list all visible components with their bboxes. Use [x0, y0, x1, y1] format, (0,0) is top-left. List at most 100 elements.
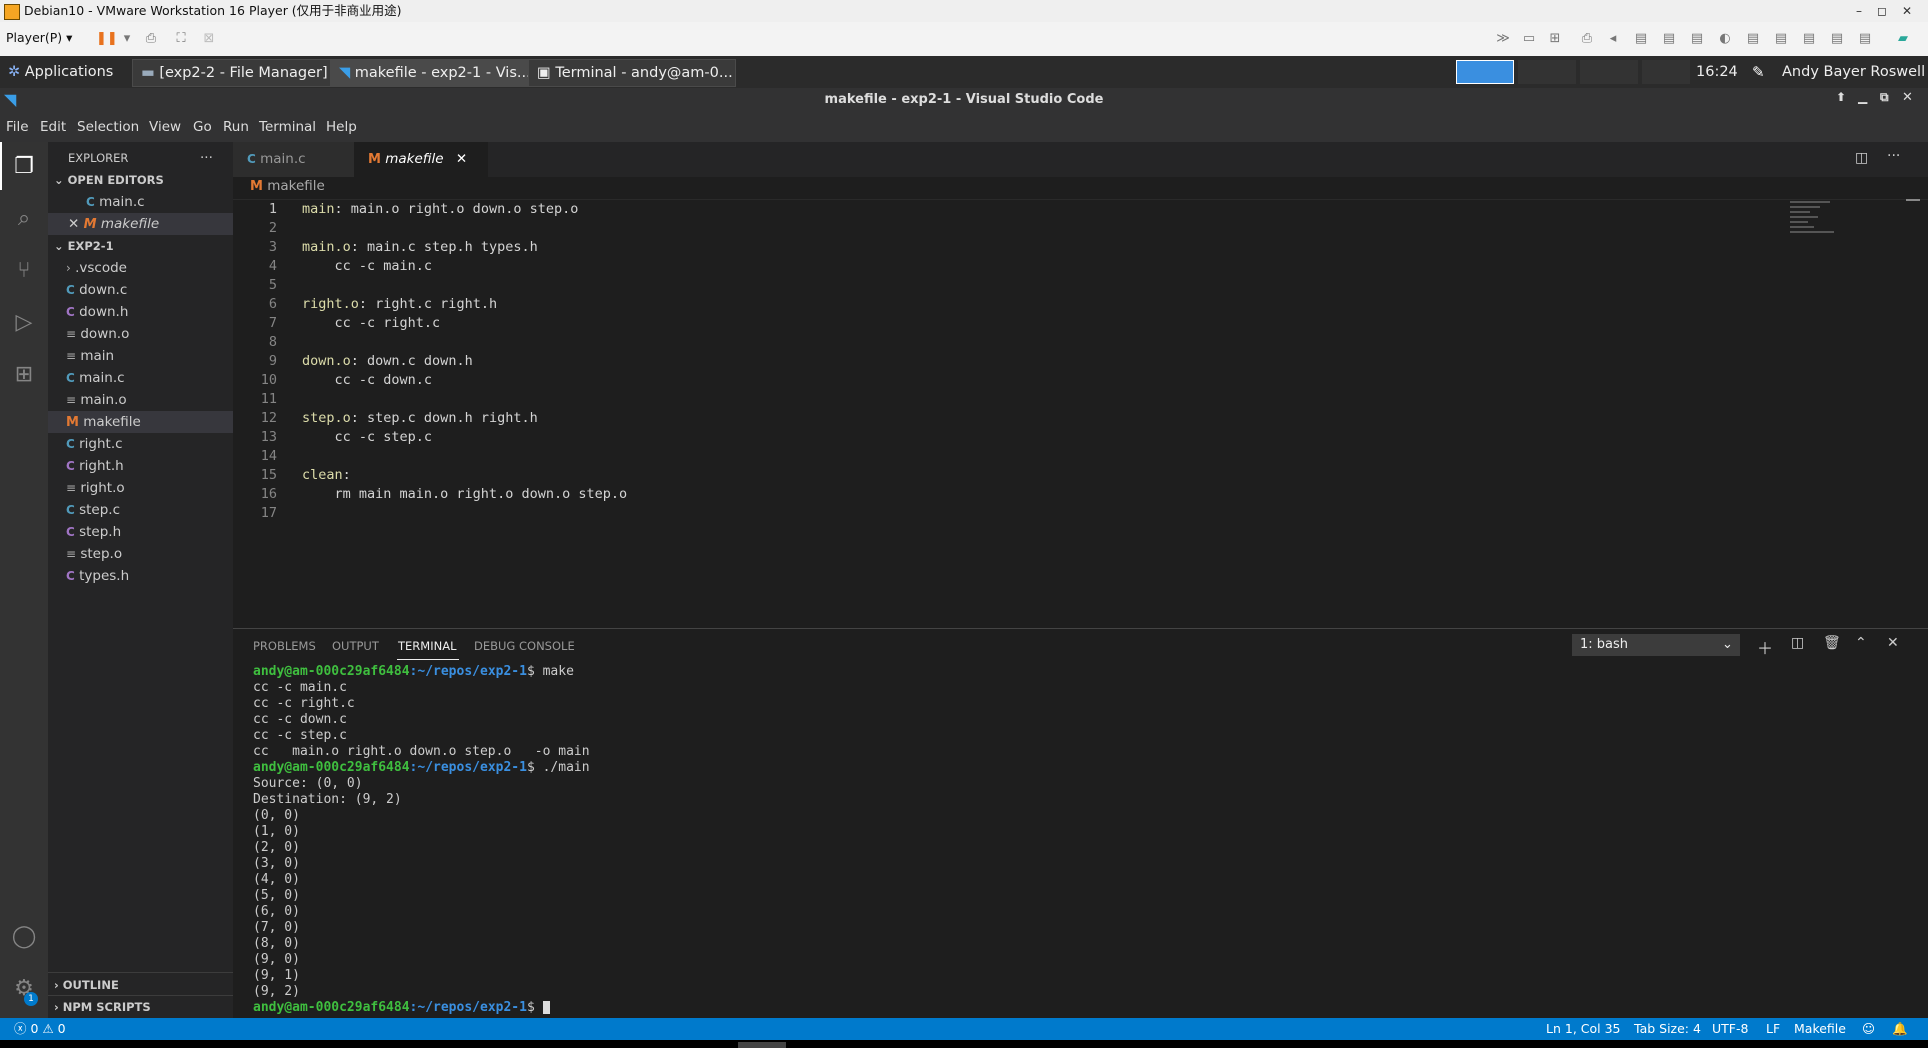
message-icon[interactable]: ▰	[1894, 30, 1912, 48]
close-icon[interactable]: ✕	[456, 151, 467, 167]
fullscreen-icon[interactable]: ⛶	[172, 30, 190, 48]
tree-item[interactable]: C down.c	[48, 279, 233, 301]
tree-item[interactable]: C down.h	[48, 301, 233, 323]
device-usb-icon[interactable]: ▤	[1688, 30, 1706, 48]
minimap[interactable]	[1790, 200, 1860, 240]
more-actions-icon[interactable]: ···	[200, 147, 213, 169]
device-usb-icon[interactable]: ▤	[1856, 30, 1874, 48]
code-line[interactable]: cc -c main.c	[302, 257, 433, 276]
workspace-switcher[interactable]	[1642, 60, 1690, 84]
maximize-panel-icon[interactable]: ⌃	[1855, 635, 1867, 651]
menu-help[interactable]: Help	[326, 119, 357, 135]
unity-icon[interactable]: ⊠	[200, 30, 218, 48]
code-line[interactable]: step.o: step.c down.h right.h	[302, 409, 538, 428]
terminal-select[interactable]: 1: bash ⌄	[1572, 634, 1740, 656]
close-icon[interactable]: ✕	[1887, 635, 1899, 651]
code-line[interactable]: cc -c down.c	[302, 371, 433, 390]
device-disk-icon[interactable]: ▭	[1520, 30, 1538, 48]
device-usb-icon[interactable]: ▤	[1744, 30, 1762, 48]
account-icon[interactable]: ◯	[9, 922, 39, 952]
device-usb-icon[interactable]: ▤	[1772, 30, 1790, 48]
menu-run[interactable]: Run	[223, 119, 249, 135]
device-network-icon[interactable]: ⊞	[1546, 30, 1564, 48]
open-editor-item[interactable]: C main.c	[48, 191, 233, 213]
bell-icon[interactable]: 🔔	[1892, 1018, 1908, 1040]
menu-go[interactable]: Go	[193, 119, 212, 135]
more-devices-icon[interactable]: ≫	[1494, 30, 1512, 48]
tree-item[interactable]: C step.c	[48, 499, 233, 521]
menu-terminal[interactable]: Terminal	[259, 119, 316, 135]
code-line[interactable]: cc -c step.c	[302, 428, 433, 447]
maximize-icon[interactable]: ⧉	[1880, 90, 1889, 105]
applications-menu[interactable]: ✲ Applications	[8, 60, 113, 84]
split-terminal-icon[interactable]: ◫	[1791, 635, 1804, 651]
tree-item-selected[interactable]: M makefile	[48, 411, 233, 433]
run-debug-icon[interactable]: ▷	[9, 308, 39, 338]
device-usb-icon[interactable]: ▤	[1632, 30, 1650, 48]
task-file-manager[interactable]: ▬ [exp2-2 - File Manager]	[132, 59, 340, 87]
project-header[interactable]: ⌄ EXP2-1	[54, 235, 239, 257]
more-actions-icon[interactable]: ···	[1887, 148, 1900, 164]
close-icon[interactable]: ✕	[1902, 90, 1913, 105]
open-editors-header[interactable]: ⌄ OPEN EDITORS	[54, 169, 239, 191]
tree-item[interactable]: C right.c	[48, 433, 233, 455]
tree-item[interactable]: ≡ right.o	[48, 477, 233, 499]
tab-main-c[interactable]: C main.c	[233, 142, 367, 177]
npm-scripts-header[interactable]: › NPM SCRIPTS	[54, 996, 239, 1018]
tree-item[interactable]: C main.c	[48, 367, 233, 389]
trash-icon[interactable]: 🗑	[1823, 635, 1841, 651]
task-terminal[interactable]: ▣ Terminal - andy@am-0...	[528, 59, 736, 87]
problems-indicator[interactable]: ⓧ 0 ⚠ 0	[14, 1018, 66, 1040]
minimize-icon[interactable]: –	[1856, 0, 1862, 22]
tree-item[interactable]: › .vscode	[48, 257, 233, 279]
code-line[interactable]: down.o: down.c down.h	[302, 352, 473, 371]
code-line[interactable]: main.o: main.c step.h types.h	[302, 238, 538, 257]
taskbar-handle[interactable]	[738, 1042, 786, 1048]
code-line[interactable]: cc -c right.c	[302, 314, 441, 333]
workspace-switcher[interactable]	[1580, 60, 1638, 84]
menu-selection[interactable]: Selection	[77, 119, 139, 135]
device-usb-icon[interactable]: ▤	[1800, 30, 1818, 48]
device-printer-icon[interactable]: ⎙	[1578, 30, 1596, 48]
workspace-switcher[interactable]	[1456, 60, 1514, 84]
tab-size[interactable]: Tab Size: 4	[1634, 1018, 1701, 1040]
maximize-icon[interactable]: ◻	[1877, 0, 1887, 22]
send-ctrl-alt-del-icon[interactable]: ⎙	[142, 30, 160, 48]
tree-item[interactable]: ≡ step.o	[48, 543, 233, 565]
cursor-position[interactable]: Ln 1, Col 35	[1546, 1018, 1621, 1040]
extensions-icon[interactable]: ⊞	[9, 360, 39, 390]
outline-header[interactable]: › OUTLINE	[54, 974, 239, 996]
encoding[interactable]: UTF-8	[1712, 1018, 1748, 1040]
close-icon[interactable]: ✕	[1902, 0, 1912, 22]
device-usb-icon[interactable]: ◐	[1716, 30, 1734, 48]
tab-debug-console[interactable]: DEBUG CONSOLE	[474, 639, 575, 653]
device-usb-icon[interactable]: ▤	[1660, 30, 1678, 48]
menu-file[interactable]: File	[6, 119, 29, 135]
code-line[interactable]: right.o: right.c right.h	[302, 295, 497, 314]
tab-output[interactable]: OUTPUT	[332, 639, 379, 653]
arrow-up-icon[interactable]: ⬆	[1836, 90, 1846, 104]
tree-item[interactable]: C step.h	[48, 521, 233, 543]
code-line[interactable]: clean:	[302, 466, 351, 485]
device-sound-icon[interactable]: ◂	[1604, 30, 1622, 48]
explorer-icon[interactable]: ❐	[9, 152, 39, 182]
breadcrumb[interactable]: M makefile	[250, 178, 325, 194]
tree-item[interactable]: ≡ main	[48, 345, 233, 367]
task-vscode[interactable]: ◥ makefile - exp2-1 - Vis...	[330, 59, 538, 87]
menu-view[interactable]: View	[149, 119, 181, 135]
search-icon[interactable]: ⌕	[9, 204, 39, 234]
scrollbar[interactable]	[1906, 199, 1920, 201]
device-usb-icon[interactable]: ▤	[1828, 30, 1846, 48]
player-menu[interactable]: Player(P) ▾	[6, 30, 72, 45]
menu-edit[interactable]: Edit	[40, 119, 66, 135]
new-terminal-icon[interactable]: ＋	[1757, 635, 1773, 659]
pause-icon[interactable]: ❚❚	[96, 30, 118, 48]
tab-makefile[interactable]: M makefile ✕	[354, 142, 488, 177]
chevron-down-icon[interactable]: ▾	[118, 30, 136, 48]
language-mode[interactable]: Makefile	[1794, 1018, 1846, 1040]
workspace-switcher[interactable]	[1518, 60, 1576, 84]
tree-item[interactable]: ≡ main.o	[48, 389, 233, 411]
user-name[interactable]: Andy Bayer Roswell	[1782, 56, 1925, 88]
tab-problems[interactable]: PROBLEMS	[253, 639, 316, 653]
tree-item[interactable]: C types.h	[48, 565, 233, 587]
